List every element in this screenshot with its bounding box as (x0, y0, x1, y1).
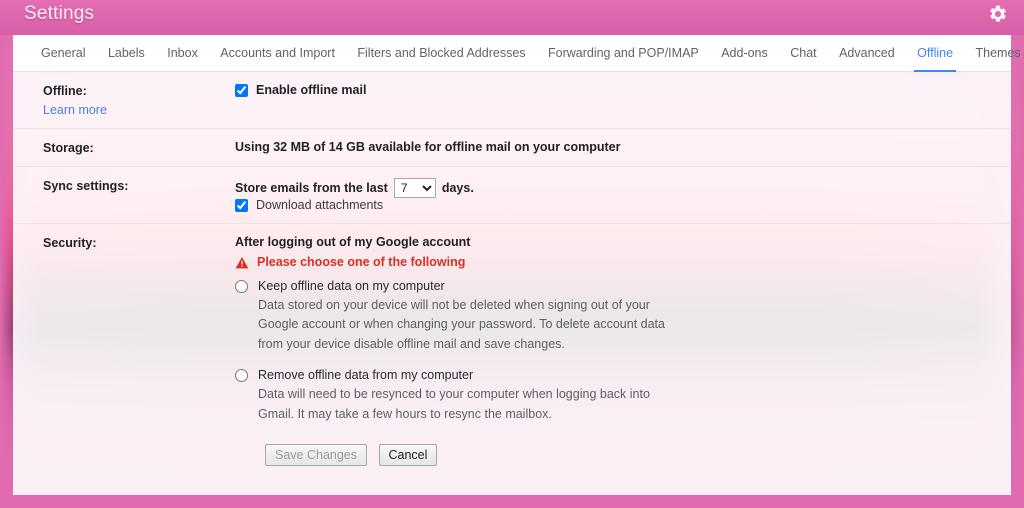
security-option-remove[interactable]: Remove offline data from my computer Dat… (235, 368, 983, 424)
remove-offline-data-radio[interactable] (235, 369, 248, 383)
security-option-keep[interactable]: Keep offline data on my computer Data st… (235, 279, 983, 354)
sync-section-body: Store emails from the last 7 30 90 days.… (235, 178, 983, 212)
tab-add-ons[interactable]: Add-ons (712, 35, 777, 72)
tab-themes[interactable]: Themes (967, 35, 1024, 72)
keep-offline-data-title: Keep offline data on my computer (258, 279, 445, 293)
download-attachments-checkbox[interactable] (235, 198, 248, 212)
settings-panel: General Labels Inbox Accounts and Import… (13, 35, 1021, 495)
settings-content: Offline: Learn more Enable offline mail … (13, 72, 1011, 495)
tab-general[interactable]: General (32, 35, 94, 72)
offline-section-body: Enable offline mail (235, 83, 983, 97)
settings-tab-bar: General Labels Inbox Accounts and Import… (13, 35, 1021, 72)
settings-row-storage: Storage: Using 32 MB of 14 GB available … (13, 129, 1011, 167)
tab-labels[interactable]: Labels (99, 35, 154, 72)
keep-offline-data-description: Data stored on your device will not be d… (258, 298, 665, 351)
app-header: Settings (0, 0, 1024, 35)
storage-section-body: Using 32 MB of 14 GB available for offli… (235, 140, 983, 154)
tab-chat[interactable]: Chat (781, 35, 825, 72)
download-attachments-row[interactable]: Download attachments (235, 198, 983, 212)
learn-more-link[interactable]: Learn more (43, 103, 107, 117)
action-button-row: Save Changes Cancel (43, 443, 983, 466)
storage-section-label: Storage: (43, 141, 94, 155)
security-options-group: Keep offline data on my computer Data st… (235, 279, 983, 424)
cancel-button[interactable]: Cancel (378, 443, 438, 466)
security-section-label: Security: (43, 236, 97, 250)
tab-forwarding-and-pop-imap[interactable]: Forwarding and POP/IMAP (539, 35, 708, 72)
tab-offline[interactable]: Offline (908, 35, 962, 72)
store-emails-prefix: Store emails from the last (235, 181, 388, 195)
remove-offline-data-description: Data will need to be resynced to your co… (258, 387, 650, 421)
warning-triangle-icon (235, 256, 249, 269)
sync-days-select[interactable]: 7 30 90 (393, 178, 436, 198)
remove-offline-data-title: Remove offline data from my computer (258, 368, 474, 383)
security-heading: After logging out of my Google account (235, 235, 471, 249)
tab-filters-and-blocked-addresses[interactable]: Filters and Blocked Addresses (348, 35, 534, 72)
settings-row-offline: Offline: Learn more Enable offline mail (13, 72, 1011, 129)
settings-row-security: Security: After logging out of my Google… (13, 224, 1011, 477)
store-emails-line: Store emails from the last 7 30 90 days. (235, 178, 983, 198)
tab-inbox[interactable]: Inbox (158, 35, 207, 72)
sync-section-label: Sync settings: (43, 179, 129, 193)
security-warning: Please choose one of the following (235, 255, 983, 269)
gear-icon[interactable] (988, 4, 1008, 24)
keep-offline-data-radio[interactable] (235, 280, 248, 293)
enable-offline-mail-label: Enable offline mail (256, 83, 367, 97)
store-emails-suffix: days. (441, 181, 474, 195)
enable-offline-mail-checkbox[interactable] (235, 83, 248, 97)
storage-usage-text: Using 32 MB of 14 GB available for offli… (235, 140, 621, 154)
settings-row-sync: Sync settings: Store emails from the las… (13, 167, 1011, 224)
tab-accounts-and-import[interactable]: Accounts and Import (211, 35, 344, 72)
security-warning-text: Please choose one of the following (257, 255, 466, 269)
page-title: Settings (24, 3, 95, 24)
download-attachments-label: Download attachments (256, 198, 384, 212)
security-section-body: After logging out of my Google account P… (235, 235, 983, 424)
enable-offline-mail-row[interactable]: Enable offline mail (235, 83, 983, 97)
save-changes-button[interactable]: Save Changes (265, 443, 368, 466)
offline-label-text: Offline: (43, 84, 87, 98)
offline-section-label: Offline: Learn more (43, 83, 235, 117)
tab-advanced[interactable]: Advanced (830, 35, 904, 72)
